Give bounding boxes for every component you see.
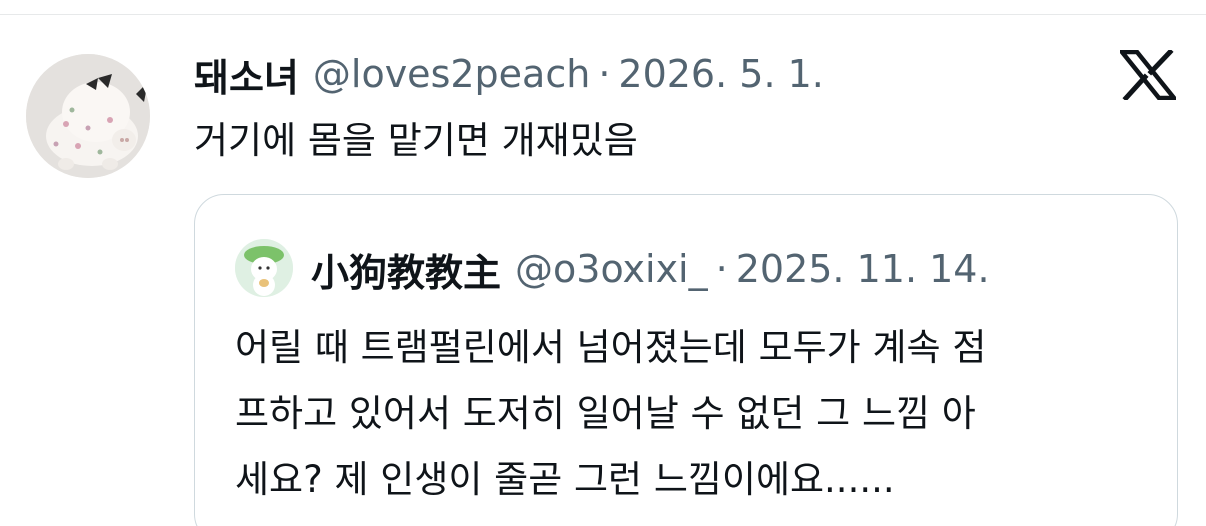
- quoted-avatar[interactable]: [235, 239, 293, 297]
- author-handle[interactable]: @loves2peach: [313, 52, 590, 96]
- quoted-tweet-text: 어릴 때 트램펄린에서 넘어졌는데 모두가 계속 점 프하고 있어서 도저히 일…: [235, 315, 1155, 513]
- quoted-tweet-date[interactable]: 2025. 11. 14.: [736, 247, 990, 291]
- quoted-separator-dot: ·: [715, 247, 728, 291]
- top-divider: [0, 14, 1206, 15]
- quoted-text-line: 어릴 때 트램펄린에서 넘어졌는데 모두가 계속 점: [235, 326, 987, 369]
- quoted-text-line: 세요? 제 인생이 줄곧 그런 느낌이에요......: [235, 458, 895, 501]
- x-logo-icon[interactable]: [1117, 48, 1179, 102]
- quoted-tweet-header: 小狗教教主 @o3oxixi_ · 2025. 11. 14.: [311, 239, 990, 299]
- quoted-author-name[interactable]: 小狗教教主: [311, 242, 501, 297]
- quoted-tweet-card[interactable]: 小狗教教主 @o3oxixi_ · 2025. 11. 14. 어릴 때 트램펄…: [194, 194, 1178, 526]
- quoted-author-handle[interactable]: @o3oxixi_: [515, 247, 708, 291]
- separator-dot: ·: [598, 52, 611, 96]
- quoted-text-line: 프하고 있어서 도저히 일어날 수 없던 그 느낌 아: [235, 392, 976, 435]
- author-name[interactable]: 돼소녀: [194, 47, 299, 102]
- tweet-header: 돼소녀 @loves2peach · 2026. 5. 1.: [194, 46, 824, 102]
- tweet-text: 거기에 몸을 맡기면 개재밌음: [194, 119, 638, 162]
- avatar[interactable]: [26, 54, 150, 178]
- tweet-date[interactable]: 2026. 5. 1.: [618, 52, 823, 96]
